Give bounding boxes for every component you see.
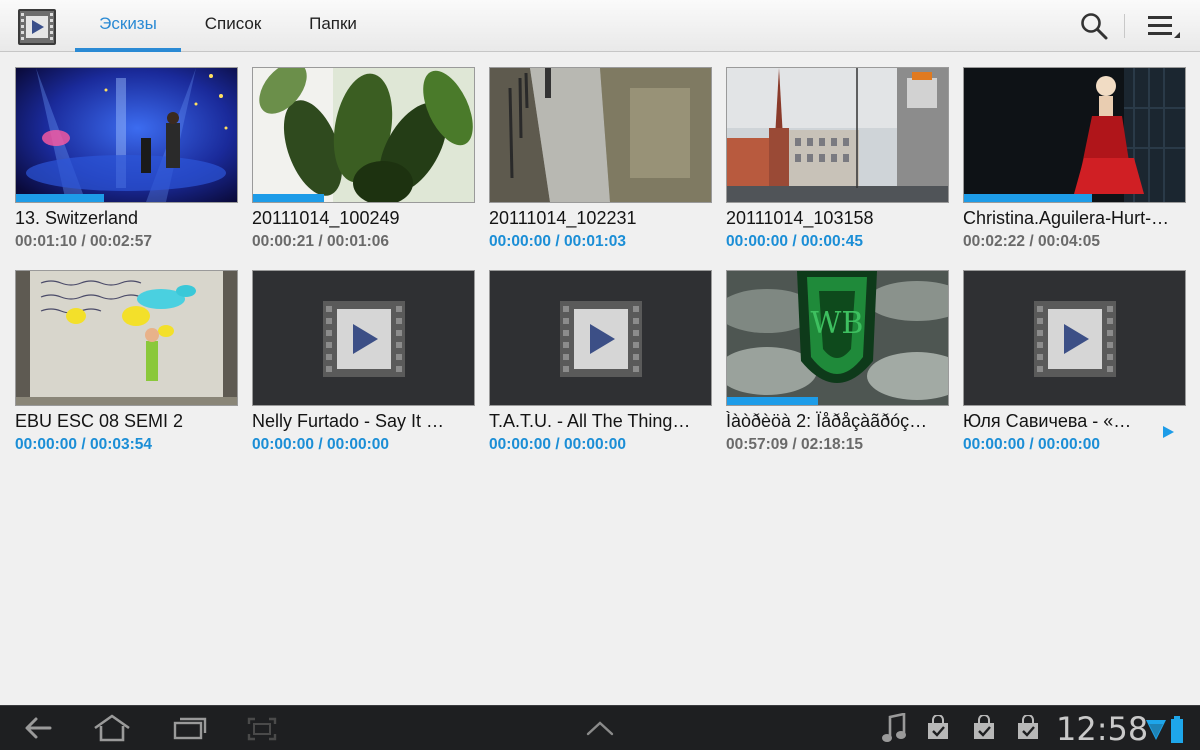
video-tile[interactable]: 20111014_100249 00:00:21 / 00:01:06 — [252, 67, 475, 263]
store-bag-icon[interactable] — [926, 715, 950, 741]
video-time: 00:57:09 / 02:18:15 — [726, 436, 864, 453]
status-clock[interactable]: 12:58 — [1056, 710, 1148, 748]
back-icon[interactable] — [22, 714, 54, 742]
music-note-icon[interactable] — [880, 713, 908, 745]
expand-up-icon[interactable] — [584, 718, 616, 738]
video-tile[interactable]: Christina.Aguilera-Hurt-… 00:02:22 / 00:… — [963, 67, 1186, 263]
playback-progress-bar — [253, 194, 324, 202]
toolbar-divider — [1124, 14, 1125, 38]
video-title: EBU ESC 08 SEMI 2 — [15, 411, 184, 431]
video-thumbnail[interactable] — [963, 67, 1186, 203]
video-time: 00:00:00 / 00:00:45 — [726, 233, 864, 250]
recent-apps-icon[interactable] — [172, 715, 208, 741]
video-thumbnail[interactable] — [252, 67, 475, 203]
store-bag-icon[interactable] — [972, 715, 996, 741]
video-time: 00:00:00 / 00:00:00 — [252, 436, 390, 453]
system-bar: 12:58 — [0, 705, 1200, 750]
video-time: 00:00:00 / 00:03:54 — [15, 436, 153, 453]
battery-icon — [1171, 716, 1183, 743]
video-title: T.A.T.U. - All The Thing… — [489, 411, 691, 431]
video-tile[interactable]: EBU ESC 08 SEMI 2 00:00:00 / 00:03:54 — [15, 270, 238, 466]
action-bar: Эскизы Список Папки — [0, 0, 1200, 52]
video-title: 13. Switzerland — [15, 208, 139, 228]
video-thumbnail[interactable] — [726, 67, 949, 203]
video-time: 00:00:00 / 00:00:00 — [489, 436, 627, 453]
video-time: 00:01:10 / 00:02:57 — [15, 233, 153, 250]
video-title: Nelly Furtado - Say It … — [252, 411, 445, 431]
video-tile[interactable]: Юля Савичева - «… 00:00:00 / 00:00:00 — [963, 270, 1186, 466]
video-time: 00:00:00 / 00:00:00 — [963, 436, 1101, 453]
video-grid: 13. Switzerland 00:01:10 / 00:02:57 2011… — [0, 52, 1200, 705]
video-time: 00:00:00 / 00:01:03 — [489, 233, 627, 250]
video-thumbnail[interactable]: WB — [726, 270, 949, 406]
video-placeholder-icon — [1034, 301, 1116, 377]
home-icon[interactable] — [92, 713, 132, 743]
search-icon[interactable] — [1078, 10, 1110, 42]
video-player-app-icon[interactable] — [17, 7, 57, 47]
play-arrow-icon[interactable] — [1160, 424, 1176, 440]
video-time: 00:00:21 / 00:01:06 — [252, 233, 390, 250]
playback-progress-bar — [727, 397, 818, 405]
video-thumbnail[interactable] — [15, 67, 238, 203]
tab-list[interactable]: Список — [188, 0, 278, 52]
video-tile[interactable]: 20111014_103158 00:00:00 / 00:00:45 — [726, 67, 949, 263]
video-title: 20111014_102231 — [489, 208, 637, 228]
store-bag-icon[interactable] — [1016, 715, 1040, 741]
video-tile[interactable]: WB Ìàòðèöà 2: Ïåðåçàãðóç… 00:57:09 / 02:… — [726, 270, 949, 466]
video-tile[interactable]: 20111014_102231 00:00:00 / 00:01:03 — [489, 67, 712, 263]
video-thumbnail[interactable] — [15, 270, 238, 406]
video-placeholder-icon — [560, 301, 642, 377]
video-time: 00:02:22 / 00:04:05 — [963, 233, 1101, 250]
video-thumbnail[interactable] — [489, 67, 712, 203]
video-placeholder-icon — [323, 301, 405, 377]
tab-folders[interactable]: Папки — [294, 0, 372, 52]
wifi-icon — [1146, 720, 1166, 740]
overflow-menu-icon[interactable] — [1144, 10, 1184, 42]
video-tile[interactable]: 13. Switzerland 00:01:10 / 00:02:57 — [15, 67, 238, 263]
video-tile[interactable]: T.A.T.U. - All The Thing… 00:00:00 / 00:… — [489, 270, 712, 466]
video-thumbnail[interactable] — [489, 270, 712, 406]
video-title: Ìàòðèöà 2: Ïåðåçàãðóç… — [726, 411, 928, 431]
screenshot-icon[interactable] — [246, 716, 278, 742]
playback-progress-bar — [964, 194, 1093, 202]
video-thumbnail[interactable] — [252, 270, 475, 406]
playback-progress-bar — [16, 194, 105, 202]
video-title: 20111014_100249 — [252, 208, 400, 228]
video-title: Юля Савичева - «… — [963, 411, 1132, 431]
video-title: Christina.Aguilera-Hurt-… — [963, 208, 1170, 228]
svg-text:WB: WB — [811, 306, 864, 341]
video-title: 20111014_103158 — [726, 208, 874, 228]
tab-thumbnails[interactable]: Эскизы — [75, 0, 181, 52]
video-thumbnail[interactable] — [963, 270, 1186, 406]
video-tile[interactable]: Nelly Furtado - Say It … 00:00:00 / 00:0… — [252, 270, 475, 466]
